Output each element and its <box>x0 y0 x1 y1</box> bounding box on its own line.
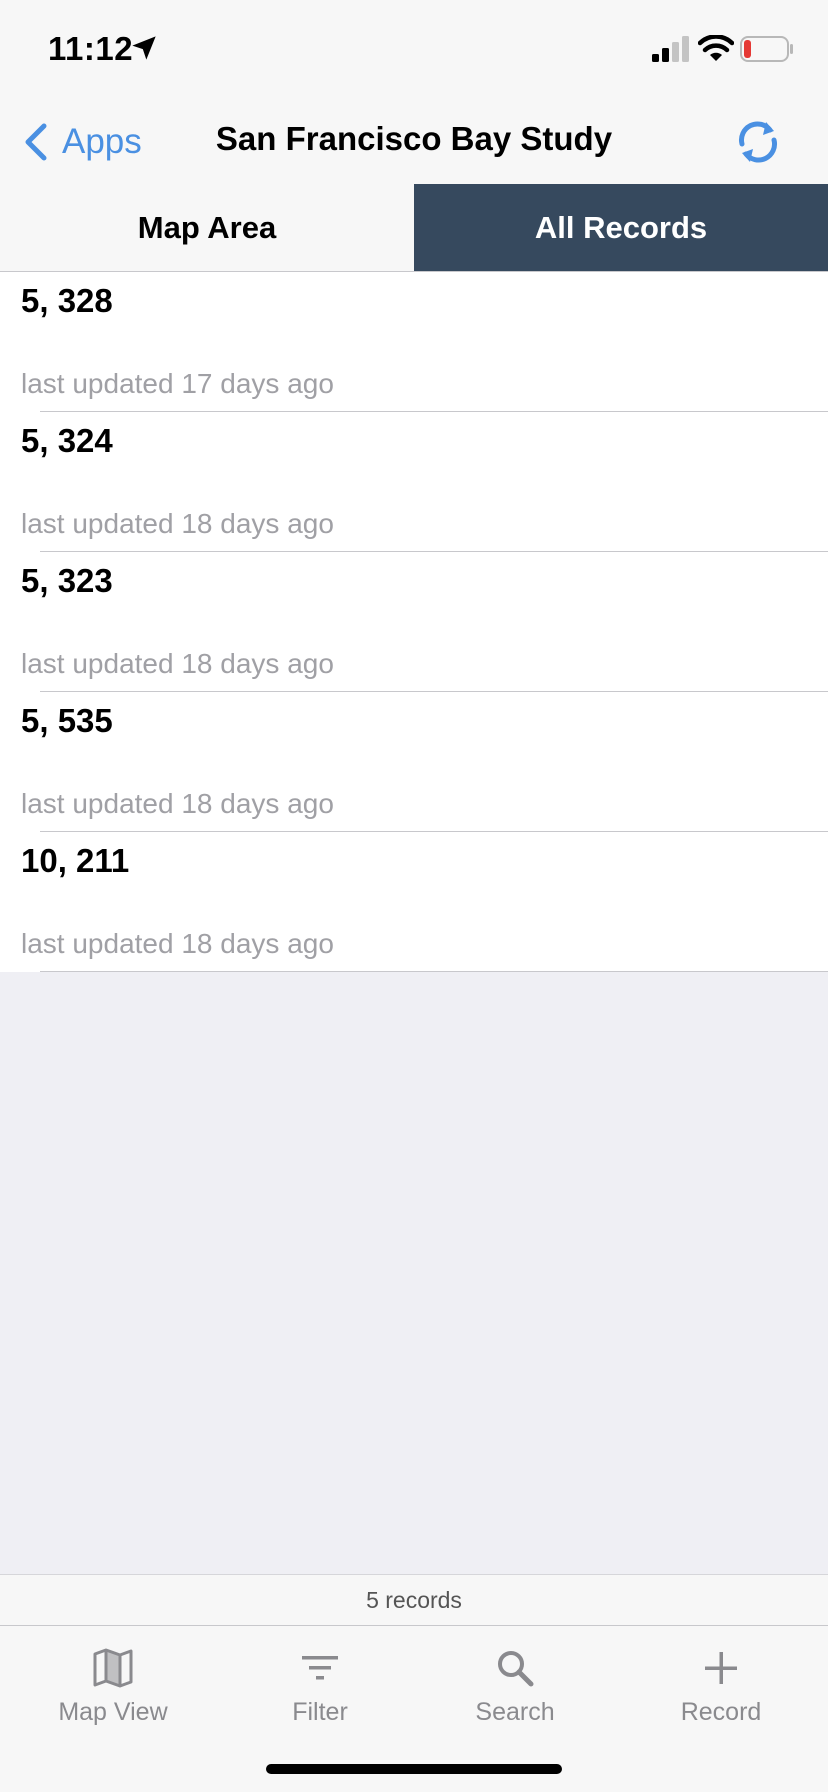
status-time: 11:12 <box>48 30 134 67</box>
record-count: 5 records <box>0 1574 828 1626</box>
segmented-tabs: Map Area All Records <box>0 184 828 272</box>
bottom-toolbar: Map View Filter Search Record <box>0 1626 828 1792</box>
record-updated: last updated 18 days ago <box>21 508 334 539</box>
page-title: San Francisco Bay Study <box>215 120 613 157</box>
tab-map-area[interactable]: Map Area <box>0 184 414 271</box>
list-item[interactable]: 5, 328 last updated 17 days ago <box>0 272 828 412</box>
wifi-icon <box>698 35 734 61</box>
navigation-bar: Apps San Francisco Bay Study <box>0 100 828 184</box>
home-indicator[interactable] <box>266 1764 562 1774</box>
list-item[interactable]: 5, 535 last updated 18 days ago <box>0 692 828 832</box>
record-title: 5, 323 <box>21 562 113 599</box>
filter-button[interactable]: Filter <box>230 1636 410 1736</box>
filter-icon <box>302 1656 338 1680</box>
record-title: 5, 535 <box>21 702 113 739</box>
record-updated: last updated 18 days ago <box>21 648 334 679</box>
list-item[interactable]: 10, 211 last updated 18 days ago <box>0 832 828 972</box>
record-title: 10, 211 <box>21 842 130 879</box>
search-label: Search <box>475 1698 555 1726</box>
map-icon <box>93 1648 133 1688</box>
search-button[interactable]: Search <box>425 1636 605 1736</box>
plus-icon <box>705 1652 737 1684</box>
record-updated: last updated 18 days ago <box>21 788 334 819</box>
status-bar: 11:12 <box>0 0 828 100</box>
record-updated: last updated 17 days ago <box>21 368 334 399</box>
record-updated: last updated 18 days ago <box>21 928 334 959</box>
cellular-signal-icon <box>652 36 689 62</box>
add-record-button[interactable]: Record <box>631 1636 811 1736</box>
battery-icon <box>740 36 793 62</box>
list-item[interactable]: 5, 323 last updated 18 days ago <box>0 552 828 692</box>
map-view-button[interactable]: Map View <box>23 1636 203 1736</box>
sync-icon[interactable] <box>730 114 786 170</box>
map-view-label: Map View <box>58 1698 168 1726</box>
search-icon <box>498 1651 534 1687</box>
location-arrow-icon <box>132 36 156 60</box>
record-title: 5, 328 <box>21 282 113 319</box>
tab-all-records[interactable]: All Records <box>414 184 828 271</box>
filter-label: Filter <box>292 1698 348 1726</box>
record-label: Record <box>680 1698 762 1726</box>
list-item[interactable]: 5, 324 last updated 18 days ago <box>0 412 828 552</box>
records-list: 5, 328 last updated 17 days ago 5, 324 l… <box>0 272 828 972</box>
record-title: 5, 324 <box>21 422 113 459</box>
